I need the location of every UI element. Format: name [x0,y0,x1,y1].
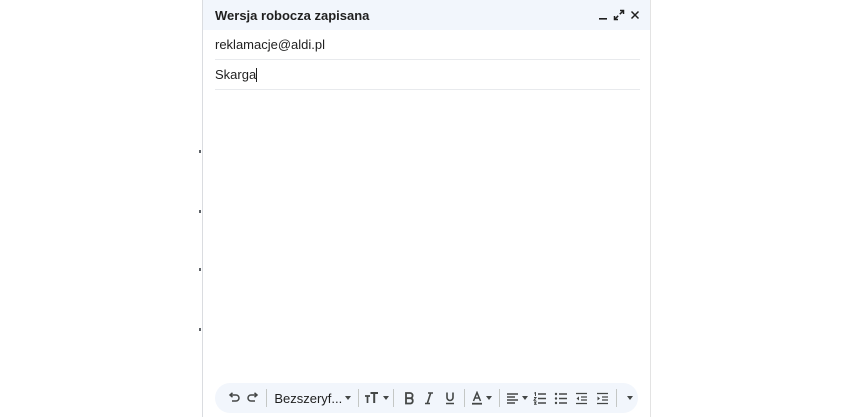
toolbar-divider [266,389,268,407]
compose-title: Wersja robocza zapisana [215,7,370,23]
numbered-list-button[interactable] [530,386,551,410]
underline-button[interactable] [439,386,460,410]
font-family-label: Bezszeryf... [274,390,343,406]
chevron-down-icon [486,396,493,400]
toolbar-divider [463,389,465,407]
expand-icon [613,9,624,21]
subject-field[interactable]: Skarga [215,60,640,90]
bold-icon [404,392,414,405]
text-color-icon [472,391,483,405]
numbered-list-icon [533,391,547,405]
undo-icon [229,392,241,402]
italic-icon [425,392,434,405]
compose-header[interactable]: Wersja robocza zapisana [203,0,650,30]
redo-button[interactable] [244,386,263,410]
toolbar-divider [393,389,395,407]
recipient-chip[interactable]: reklamacje@aldi.pl [215,37,325,52]
align-button[interactable] [504,386,530,410]
indent-less-button[interactable] [571,386,592,410]
subject-text: Skarga [215,67,257,82]
compose-window: Wersja robocza zapisana reklamacje@aldi.… [202,0,651,417]
toolbar-divider [499,389,500,407]
close-icon [630,10,639,20]
minimize-icon [598,18,607,20]
underline-icon [445,392,454,405]
font-size-button[interactable] [363,386,389,410]
screen: Wersja robocza zapisana reklamacje@aldi.… [0,0,853,417]
indent-more-icon [596,392,608,404]
toolbar-divider [358,389,360,407]
bulleted-list-icon [554,392,567,404]
background-mark [199,150,201,153]
align-icon [507,392,519,404]
background-mark [199,268,201,271]
formatting-toolbar: Bezszeryf... [215,383,638,413]
indent-less-icon [575,392,587,404]
more-formatting-icon [626,396,633,400]
close-button[interactable] [627,8,642,23]
background-mark [199,210,201,213]
bold-button[interactable] [398,386,419,410]
bulleted-list-button[interactable] [551,386,572,410]
indent-more-button[interactable] [592,386,613,410]
italic-button[interactable] [419,386,440,410]
font-family-dropdown[interactable]: Bezszeryf... [271,386,354,410]
toolbar-divider [616,389,618,407]
more-formatting-button[interactable] [621,386,638,410]
chevron-down-icon [522,396,529,400]
redo-icon [247,392,259,402]
chevron-down-icon [345,396,352,400]
minimize-button[interactable] [595,8,610,23]
expand-button[interactable] [611,8,626,23]
recipients-field[interactable]: reklamacje@aldi.pl [215,30,640,60]
background-mark [199,328,201,331]
text-cursor [256,67,258,82]
undo-button[interactable] [225,386,244,410]
message-body[interactable] [215,92,640,377]
chevron-down-icon [382,396,389,400]
text-color-button[interactable] [469,386,495,410]
font-size-icon [364,392,378,403]
